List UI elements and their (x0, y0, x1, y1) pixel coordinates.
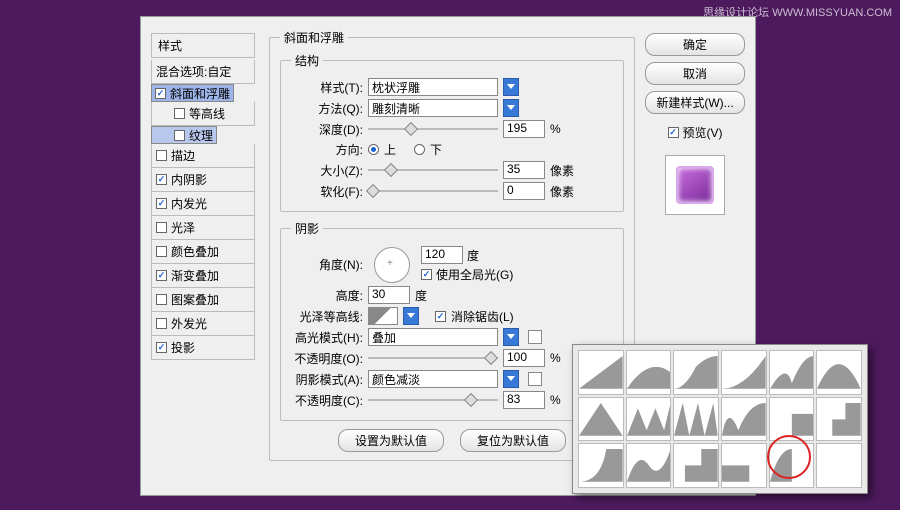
checkbox-icon[interactable] (156, 222, 167, 233)
sidebar-item-texture[interactable]: 纹理 (151, 126, 217, 144)
shadow-mode-select[interactable]: 颜色减淡 (368, 370, 498, 388)
contour-option[interactable] (673, 350, 719, 395)
contour-option[interactable] (721, 397, 767, 442)
contour-option[interactable] (769, 350, 815, 395)
preview-swatch (665, 155, 725, 215)
dropdown-icon[interactable] (503, 370, 519, 388)
sidebar-item-satin[interactable]: 光泽 (151, 216, 255, 240)
angle-dial[interactable] (374, 247, 410, 283)
highlight-mode-select[interactable]: 叠加 (368, 328, 498, 346)
checkbox-icon[interactable] (156, 342, 167, 353)
sidebar-item-innerglow[interactable]: 内发光 (151, 192, 255, 216)
sidebar-item-bevel[interactable]: 斜面和浮雕 (151, 84, 234, 102)
contour-option[interactable] (816, 397, 862, 442)
sidebar-item-patternoverlay[interactable]: 图案叠加 (151, 288, 255, 312)
checkbox-icon[interactable] (156, 150, 167, 161)
sidebar-item-dropshadow[interactable]: 投影 (151, 336, 255, 360)
sidebar-item-contour[interactable]: 等高线 (151, 102, 255, 126)
contour-option[interactable] (673, 397, 719, 442)
gloss-contour-picker[interactable] (368, 307, 398, 325)
angle-input[interactable]: 120 (421, 246, 463, 264)
dropdown-icon[interactable] (503, 99, 519, 117)
checkbox-icon[interactable] (174, 108, 185, 119)
checkbox-icon[interactable] (156, 198, 167, 209)
contour-option[interactable] (721, 443, 767, 488)
direction-down-radio[interactable] (414, 144, 425, 155)
contour-option[interactable] (816, 350, 862, 395)
contour-option[interactable] (816, 443, 862, 488)
cancel-button[interactable]: 取消 (645, 62, 745, 85)
contour-option[interactable] (721, 350, 767, 395)
style-select[interactable]: 枕状浮雕 (368, 78, 498, 96)
contour-option[interactable] (673, 443, 719, 488)
direction-up-radio[interactable] (368, 144, 379, 155)
highlight-opacity-input[interactable]: 100 (503, 349, 545, 367)
size-slider[interactable] (368, 163, 498, 177)
preview-checkbox[interactable] (668, 127, 679, 138)
size-input[interactable]: 35 (503, 161, 545, 179)
checkbox-icon[interactable] (156, 294, 167, 305)
panel-title: 斜面和浮雕 (280, 29, 348, 46)
ok-button[interactable]: 确定 (645, 33, 745, 56)
technique-select[interactable]: 雕刻清晰 (368, 99, 498, 117)
reset-default-button[interactable]: 复位为默认值 (460, 429, 566, 452)
sidebar-item-stroke[interactable]: 描边 (151, 144, 255, 168)
shadow-color-swatch[interactable] (528, 372, 542, 386)
contour-option[interactable] (578, 443, 624, 488)
checkbox-icon[interactable] (174, 130, 185, 141)
contour-option[interactable] (578, 350, 624, 395)
contour-option[interactable] (626, 350, 672, 395)
contour-option[interactable] (626, 397, 672, 442)
antialias-checkbox[interactable] (435, 311, 446, 322)
dropdown-icon[interactable] (503, 328, 519, 346)
checkbox-icon[interactable] (156, 270, 167, 281)
checkbox-icon[interactable] (156, 246, 167, 257)
soften-input[interactable]: 0 (503, 182, 545, 200)
sidebar-item-innershadow[interactable]: 内阴影 (151, 168, 255, 192)
style-sidebar: 样式 混合选项:自定 斜面和浮雕 等高线 纹理 描边 内阴影 内发光 光泽 颜色… (151, 33, 255, 495)
highlight-circle-icon (767, 435, 811, 479)
shadow-opacity-slider[interactable] (368, 393, 498, 407)
sidebar-item-outerglow[interactable]: 外发光 (151, 312, 255, 336)
highlight-opacity-slider[interactable] (368, 351, 498, 365)
checkbox-icon[interactable] (156, 174, 167, 185)
depth-input[interactable]: 195 (503, 120, 545, 138)
highlight-color-swatch[interactable] (528, 330, 542, 344)
shadow-opacity-input[interactable]: 83 (503, 391, 545, 409)
altitude-input[interactable]: 30 (368, 286, 410, 304)
sidebar-item-gradientoverlay[interactable]: 渐变叠加 (151, 264, 255, 288)
sidebar-header: 样式 (151, 33, 255, 58)
soften-slider[interactable] (368, 184, 498, 198)
structure-group: 结构 样式(T):枕状浮雕 方法(Q):雕刻清晰 深度(D):195% 方向:上… (280, 52, 624, 212)
contour-option[interactable] (578, 397, 624, 442)
contour-picker-popover (572, 344, 868, 494)
dropdown-icon[interactable] (403, 307, 419, 325)
make-default-button[interactable]: 设置为默认值 (338, 429, 444, 452)
contour-option[interactable] (626, 443, 672, 488)
dropdown-icon[interactable] (503, 78, 519, 96)
depth-slider[interactable] (368, 122, 498, 136)
checkbox-icon[interactable] (155, 88, 166, 99)
global-light-checkbox[interactable] (421, 269, 432, 280)
new-style-button[interactable]: 新建样式(W)... (645, 91, 745, 114)
blend-options[interactable]: 混合选项:自定 (151, 60, 255, 84)
sidebar-item-coloroverlay[interactable]: 颜色叠加 (151, 240, 255, 264)
checkbox-icon[interactable] (156, 318, 167, 329)
